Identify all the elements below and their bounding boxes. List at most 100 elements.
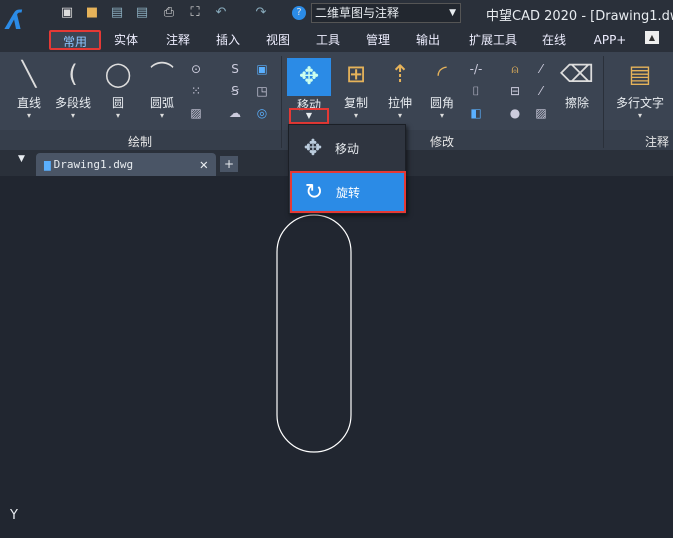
trim-icon[interactable]: -/-: [468, 61, 484, 77]
mtext-icon: ▤: [628, 60, 652, 88]
document-name: Drawing1.dwg: [53, 158, 134, 171]
stretch-icon: ⇡: [389, 60, 411, 88]
tab-app-plus[interactable]: APP+: [588, 30, 632, 50]
line-tool[interactable]: ╲ 直线 ▾: [6, 56, 52, 120]
copy-icon: ⊞: [345, 60, 367, 88]
chevron-down-icon[interactable]: ▾: [50, 111, 96, 120]
tab-extension-tools[interactable]: 扩展工具: [463, 30, 523, 50]
tab-home[interactable]: 常用: [49, 30, 101, 50]
revcloud-icon[interactable]: ☁: [227, 105, 243, 121]
modify-panel-label: 修改: [430, 135, 455, 149]
chevron-down-icon[interactable]: ▾: [139, 111, 185, 120]
offset-icon[interactable]: ⌷: [468, 83, 484, 99]
move-icon: ✥: [303, 135, 323, 161]
copy-tool[interactable]: ⊞ 复制 ▾: [333, 56, 379, 120]
chevron-down-icon[interactable]: ▾: [610, 111, 670, 120]
fillet-label: 圆角: [429, 96, 454, 110]
rotate-icon: ↻: [304, 179, 324, 205]
tab-online[interactable]: 在线: [536, 30, 572, 50]
dwg-file-icon: ▆: [44, 158, 51, 171]
arc-tool[interactable]: ⌒ 圆弧 ▾: [139, 56, 185, 120]
y-axis-label: Y: [10, 508, 18, 523]
minimize-ribbon-button[interactable]: ▲: [645, 31, 659, 44]
explode-icon[interactable]: ●: [507, 105, 523, 121]
polyline-icon: (: [68, 60, 78, 88]
move-icon: ✥: [298, 62, 320, 90]
chevron-down-icon[interactable]: ▾: [95, 111, 141, 120]
eraser-icon: ⌫: [560, 60, 594, 88]
mirror-icon[interactable]: ⍝: [507, 61, 523, 77]
close-icon[interactable]: ✕: [200, 157, 208, 173]
chevron-down-icon[interactable]: ▾: [333, 111, 379, 120]
draw-panel-label: 绘制: [128, 135, 153, 149]
redo-icon[interactable]: ↷: [252, 4, 270, 22]
app-logo[interactable]: ʎ: [6, 6, 42, 42]
chevron-down-icon[interactable]: ▾: [377, 111, 423, 120]
new-icon[interactable]: ▣: [58, 4, 76, 22]
fillet-tool[interactable]: ◜ 圆角 ▾: [419, 56, 465, 120]
break-icon[interactable]: ⁄: [533, 61, 549, 77]
print-icon[interactable]: ⎙: [160, 4, 178, 22]
slot-shape: [276, 214, 352, 453]
array-icon[interactable]: ◧: [468, 105, 484, 121]
move-tool-highlight[interactable]: ✥: [287, 58, 331, 96]
tab-solid[interactable]: 实体: [108, 30, 144, 50]
move-dropdown-arrow[interactable]: ▼: [289, 108, 329, 124]
stretch-tool[interactable]: ⇡ 拉伸 ▾: [377, 56, 423, 120]
donut-icon[interactable]: ◎: [254, 105, 270, 121]
point-icon[interactable]: ⊙: [188, 61, 204, 77]
menu-item-label: 旋转: [336, 185, 361, 200]
arc-label: 圆弧: [149, 96, 174, 110]
open-folder-icon[interactable]: ■: [83, 4, 101, 22]
drawing-canvas[interactable]: [0, 176, 673, 538]
workspace-select[interactable]: 二维草图与注释 ▼: [311, 3, 461, 23]
circle-label: 圆: [111, 96, 124, 110]
chevron-down-icon[interactable]: ▾: [419, 111, 465, 120]
edit-hatch-icon[interactable]: ▨: [533, 105, 549, 121]
stretch-label: 拉伸: [387, 96, 412, 110]
hatch-icon[interactable]: ▨: [188, 105, 204, 121]
document-tab[interactable]: ▆ Drawing1.dwg ✕: [36, 153, 216, 176]
window-title: 中望CAD 2020 - [Drawing1.dwg]: [486, 9, 673, 24]
divide-icon[interactable]: ⁙: [188, 83, 204, 99]
erase-tool[interactable]: ⌫ 擦除: [554, 56, 600, 111]
copy-label: 复制: [343, 96, 368, 110]
help-icon[interactable]: ?: [292, 6, 306, 20]
circle-tool[interactable]: ◯ 圆 ▾: [95, 56, 141, 120]
tab-manage[interactable]: 管理: [360, 30, 396, 50]
move-dropdown-menu: ✥ 移动 ↻ 旋转: [288, 124, 406, 214]
new-tab-button[interactable]: +: [220, 156, 238, 172]
fillet-icon: ◜: [437, 60, 447, 88]
zoom-extents-icon[interactable]: ⛶: [186, 4, 204, 22]
workspace-value: 二维草图与注释: [315, 6, 400, 20]
tab-insert[interactable]: 插入: [210, 30, 246, 50]
mtext-tool[interactable]: ▤ 多行文字 ▾: [610, 56, 670, 120]
align-icon[interactable]: ⊟: [507, 83, 523, 99]
save-icon[interactable]: ▤: [108, 4, 126, 22]
spline-icon[interactable]: S: [227, 61, 243, 77]
save-as-icon[interactable]: ▤: [133, 4, 151, 22]
erase-label: 擦除: [564, 96, 589, 110]
tab-tools[interactable]: 工具: [310, 30, 346, 50]
tab-view[interactable]: 视图: [260, 30, 296, 50]
menu-item-rotate[interactable]: ↻ 旋转: [290, 171, 406, 213]
menu-item-label: 移动: [335, 141, 360, 156]
doc-list-button[interactable]: ▼: [18, 154, 25, 164]
arc-icon: ⌒: [150, 60, 174, 88]
rectangle-icon[interactable]: ▣: [254, 61, 270, 77]
polyline-tool[interactable]: ( 多段线 ▾: [50, 56, 96, 120]
join-icon[interactable]: ⁄: [533, 83, 549, 99]
mtext-label: 多行文字: [615, 96, 664, 110]
wipeout-icon[interactable]: ◳: [254, 83, 270, 99]
tab-output[interactable]: 输出: [410, 30, 446, 50]
line-icon: ╲: [21, 60, 37, 88]
tab-annotate[interactable]: 注释: [160, 30, 196, 50]
circle-icon: ◯: [104, 60, 132, 88]
polyline-label: 多段线: [54, 96, 91, 110]
chevron-down-icon: ▼: [449, 8, 456, 18]
menu-item-move[interactable]: ✥ 移动: [291, 129, 405, 167]
helix-icon[interactable]: Ꞩ: [227, 83, 243, 99]
annotate-panel-label: 注释: [645, 135, 670, 149]
undo-icon[interactable]: ↶: [212, 4, 230, 22]
chevron-down-icon[interactable]: ▾: [6, 111, 52, 120]
